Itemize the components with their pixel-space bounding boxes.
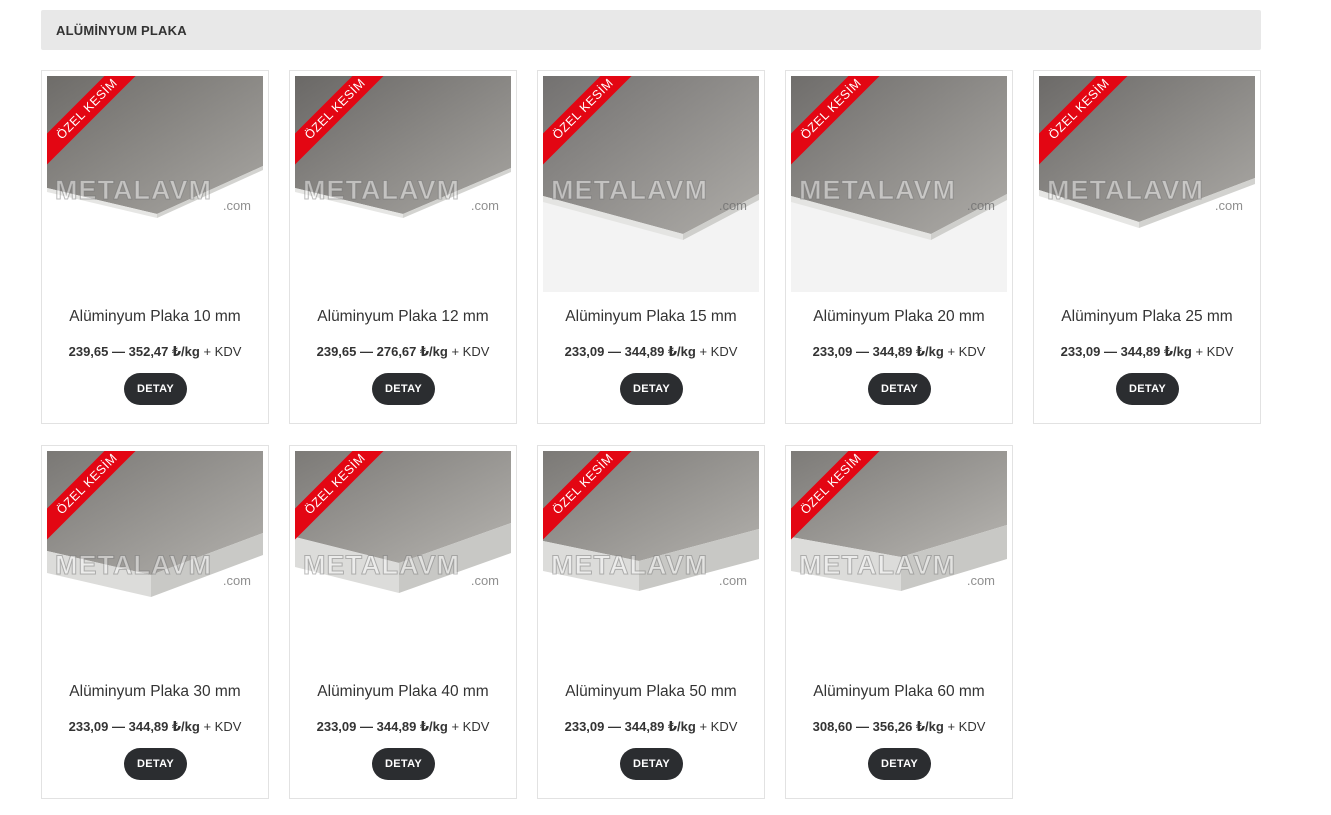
metalavm-watermark: METALAVM .com xyxy=(303,549,499,588)
product-image[interactable]: ÖZEL KESİM METALAVM .com xyxy=(791,76,1007,292)
metalavm-watermark: METALAVM .com xyxy=(551,549,747,588)
product-price: 233,09 — 344,89 ₺/kg + KDV xyxy=(1060,344,1234,359)
metalavm-watermark: METALAVM .com xyxy=(55,549,251,588)
product-price: 233,09 — 344,89 ₺/kg + KDV xyxy=(564,719,738,734)
product-card[interactable]: ÖZEL KESİM METALAVM .com Alüminyum Plaka … xyxy=(537,445,765,799)
product-title[interactable]: Alüminyum Plaka 20 mm xyxy=(786,308,1012,326)
detay-button[interactable]: DETAY xyxy=(372,748,435,780)
product-title[interactable]: Alüminyum Plaka 60 mm xyxy=(786,683,1012,701)
section-header: ALÜMİNYUM PLAKA xyxy=(41,10,1261,50)
product-card[interactable]: ÖZEL KESİM METALAVM .com Alüminyum Plaka … xyxy=(41,70,269,424)
detay-button[interactable]: DETAY xyxy=(868,748,931,780)
product-image[interactable]: ÖZEL KESİM METALAVM .com xyxy=(47,451,263,667)
product-card[interactable]: ÖZEL KESİM METALAVM .com Alüminyum Plaka … xyxy=(289,70,517,424)
product-image[interactable]: ÖZEL KESİM METALAVM .com xyxy=(791,451,1007,667)
product-card[interactable]: ÖZEL KESİM METALAVM .com Alüminyum Plaka … xyxy=(537,70,765,424)
detay-button[interactable]: DETAY xyxy=(1116,373,1179,405)
product-image[interactable]: ÖZEL KESİM METALAVM .com xyxy=(47,76,263,292)
product-price: 308,60 — 356,26 ₺/kg + KDV xyxy=(812,719,986,734)
product-price: 233,09 — 344,89 ₺/kg + KDV xyxy=(812,344,986,359)
detay-button[interactable]: DETAY xyxy=(868,373,931,405)
product-card[interactable]: ÖZEL KESİM METALAVM .com Alüminyum Plaka … xyxy=(785,445,1013,799)
product-card[interactable]: ÖZEL KESİM METALAVM .com Alüminyum Plaka … xyxy=(785,70,1013,424)
section-title: ALÜMİNYUM PLAKA xyxy=(56,22,187,38)
product-price: 239,65 — 352,47 ₺/kg + KDV xyxy=(68,344,242,359)
detay-button[interactable]: DETAY xyxy=(124,748,187,780)
product-price: 239,65 — 276,67 ₺/kg + KDV xyxy=(316,344,490,359)
product-image[interactable]: ÖZEL KESİM METALAVM .com xyxy=(543,451,759,667)
detay-button[interactable]: DETAY xyxy=(620,748,683,780)
product-title[interactable]: Alüminyum Plaka 50 mm xyxy=(538,683,764,701)
product-title[interactable]: Alüminyum Plaka 30 mm xyxy=(42,683,268,701)
metalavm-watermark: METALAVM .com xyxy=(799,174,995,213)
product-image[interactable]: ÖZEL KESİM METALAVM .com xyxy=(1039,76,1255,292)
metalavm-watermark: METALAVM .com xyxy=(55,174,251,213)
product-title[interactable]: Alüminyum Plaka 12 mm xyxy=(290,308,516,326)
metalavm-watermark: METALAVM .com xyxy=(1047,174,1243,213)
detay-button[interactable]: DETAY xyxy=(620,373,683,405)
product-price: 233,09 — 344,89 ₺/kg + KDV xyxy=(316,719,490,734)
product-image[interactable]: ÖZEL KESİM METALAVM .com xyxy=(295,451,511,667)
product-card[interactable]: ÖZEL KESİM METALAVM .com Alüminyum Plaka … xyxy=(1033,70,1261,424)
metalavm-watermark: METALAVM .com xyxy=(303,174,499,213)
metalavm-watermark: METALAVM .com xyxy=(799,549,995,588)
detay-button[interactable]: DETAY xyxy=(124,373,187,405)
product-price: 233,09 — 344,89 ₺/kg + KDV xyxy=(564,344,738,359)
detay-button[interactable]: DETAY xyxy=(372,373,435,405)
product-image[interactable]: ÖZEL KESİM METALAVM .com xyxy=(543,76,759,292)
product-card[interactable]: ÖZEL KESİM METALAVM .com Alüminyum Plaka … xyxy=(41,445,269,799)
product-title[interactable]: Alüminyum Plaka 15 mm xyxy=(538,308,764,326)
product-title[interactable]: Alüminyum Plaka 10 mm xyxy=(42,308,268,326)
product-image[interactable]: ÖZEL KESİM METALAVM .com xyxy=(295,76,511,292)
metalavm-watermark: METALAVM .com xyxy=(551,174,747,213)
product-title[interactable]: Alüminyum Plaka 25 mm xyxy=(1034,308,1260,326)
product-card[interactable]: ÖZEL KESİM METALAVM .com Alüminyum Plaka … xyxy=(289,445,517,799)
product-price: 233,09 — 344,89 ₺/kg + KDV xyxy=(68,719,242,734)
product-title[interactable]: Alüminyum Plaka 40 mm xyxy=(290,683,516,701)
